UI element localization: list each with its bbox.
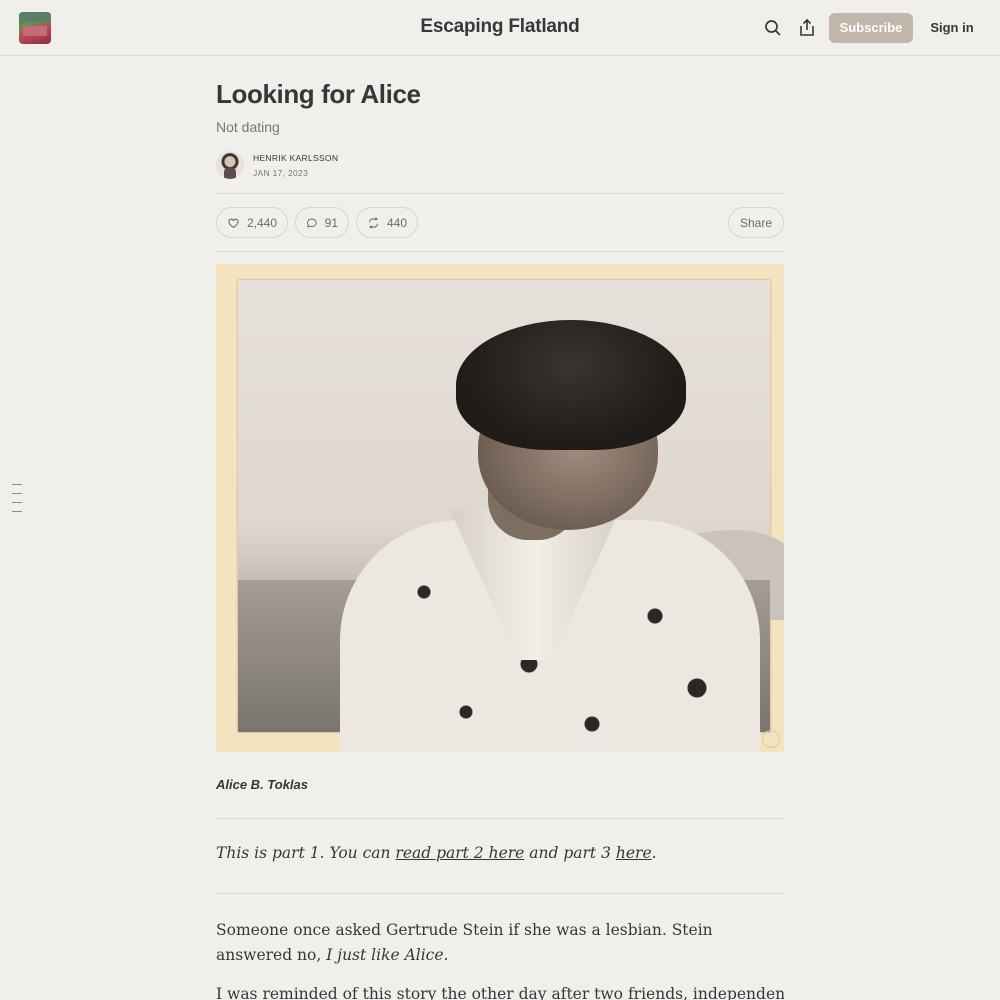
body-paragraph: I was reminded of this story the other d…: [216, 985, 784, 1000]
top-navigation-bar: Escaping Flatland Subscribe Sign in: [0, 0, 1000, 56]
subscribe-button[interactable]: Subscribe: [829, 13, 913, 43]
sign-in-button[interactable]: Sign in: [925, 13, 979, 43]
portrait-photo: [238, 280, 784, 752]
note-prefix: This is part 1. You can: [216, 844, 396, 862]
post-subtitle: Not dating: [216, 119, 280, 135]
series-note: This is part 1. You can read part 2 here…: [216, 844, 784, 862]
post-image[interactable]: [216, 264, 784, 752]
stamp-mark: [762, 730, 780, 748]
comment-count: 91: [324, 215, 338, 230]
like-count: 2,440: [246, 215, 277, 230]
divider: [216, 193, 784, 194]
divider: [216, 251, 784, 252]
comments-button[interactable]: 91: [295, 207, 349, 238]
part-2-link[interactable]: read part 2 here: [395, 844, 524, 862]
share-button[interactable]: Share: [728, 207, 784, 238]
comment-icon: [306, 218, 317, 228]
note-suffix: .: [651, 844, 657, 862]
restack-count: 440: [386, 215, 407, 230]
restack-button[interactable]: 440: [356, 207, 418, 238]
divider: [216, 893, 784, 894]
post-date: JAN 17, 2023: [253, 168, 309, 178]
heart-icon: [228, 218, 239, 228]
note-middle: and part 3: [524, 844, 616, 862]
body-paragraph: Someone once asked Gertrude Stein if she…: [216, 918, 784, 968]
image-caption: Alice B. Toklas: [216, 777, 308, 792]
restack-icon: [368, 216, 379, 229]
divider: [216, 818, 784, 819]
post-title: Looking for Alice: [216, 79, 421, 109]
table-of-contents-indicator[interactable]: [12, 484, 22, 520]
like-button[interactable]: 2,440: [216, 207, 288, 238]
part-3-link[interactable]: here: [616, 844, 652, 862]
author-avatar[interactable]: [216, 151, 244, 179]
search-icon[interactable]: [763, 18, 783, 38]
author-name[interactable]: HENRIK KARLSSON: [253, 153, 338, 163]
paragraph-italic: I just like Alice.: [326, 946, 449, 964]
paragraph-text: Someone once asked Gertrude Stein if she…: [216, 921, 713, 964]
share-icon[interactable]: [797, 18, 817, 38]
